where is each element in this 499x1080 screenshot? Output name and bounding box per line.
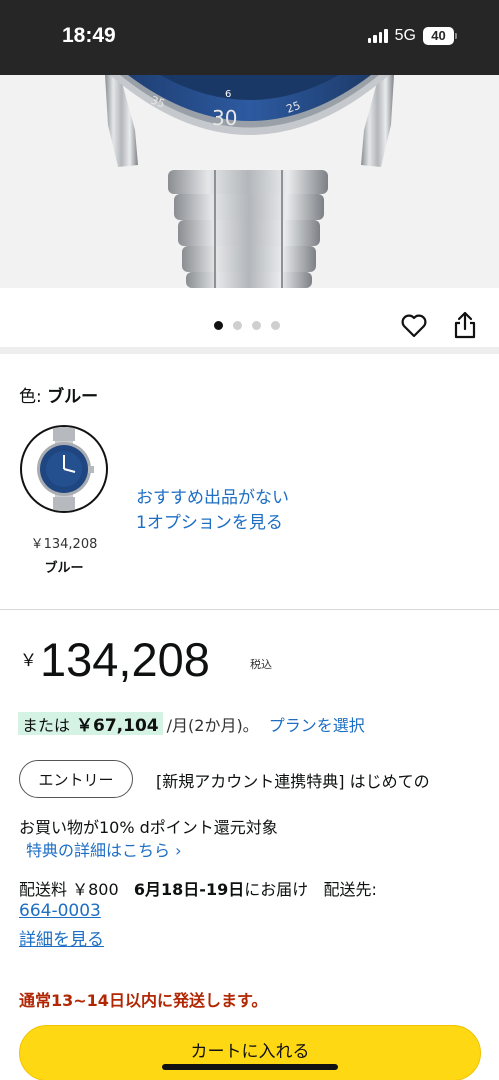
- installment-prefix: または: [22, 715, 71, 735]
- status-time: 18:49: [62, 24, 116, 47]
- promo-text-line1: [新規アカウント連携特典] はじめての: [156, 772, 430, 791]
- price-amount: 134,208: [40, 633, 210, 686]
- svg-text:6: 6: [225, 89, 231, 100]
- delivery-destination-label: 配送先:: [323, 880, 377, 899]
- select-plan-link[interactable]: プランを選択: [269, 712, 365, 736]
- delivery-date-suffix: にお届け: [244, 880, 309, 899]
- price-currency: ￥: [20, 651, 37, 671]
- carousel-dot[interactable]: [252, 321, 261, 330]
- watch-image: 35 30 25 6: [105, 75, 394, 288]
- no-offer-line1: おすすめ出品がない: [136, 488, 289, 508]
- network-label: 5G: [394, 27, 416, 44]
- promo-text-line2: お買い物が10% dポイント還元対象: [19, 818, 278, 837]
- home-indicator[interactable]: [162, 1064, 338, 1070]
- color-swatch[interactable]: [20, 425, 108, 513]
- share-icon[interactable]: [452, 310, 478, 340]
- color-value: ブルー: [47, 387, 99, 407]
- watch-thumbnail: [37, 427, 94, 511]
- installment-suffix: /月(2か月)。: [166, 715, 259, 735]
- product-image[interactable]: 35 30 25 6: [0, 75, 499, 288]
- status-indicators: 5G 40: [367, 27, 457, 45]
- delivery-date: 6月18日-19日: [133, 880, 245, 899]
- installment-highlight: または ￥67,104: [18, 712, 163, 736]
- status-bar: 18:49 5G 40: [0, 0, 499, 75]
- shipping-notice: 通常13~14日以内に発送します。: [19, 991, 268, 1010]
- installment-amount: ￥67,104: [76, 716, 159, 736]
- delivery-fee: 配送料 ￥800: [19, 880, 119, 899]
- carousel-dots[interactable]: [214, 321, 280, 330]
- benefit-details-link[interactable]: 特典の詳細はこちら ›: [26, 837, 182, 861]
- heart-icon[interactable]: [400, 312, 428, 340]
- signal-icon: [367, 29, 388, 43]
- add-to-cart-button[interactable]: カートに入れる: [19, 1025, 481, 1080]
- swatch-price: ￥134,208: [30, 537, 98, 552]
- carousel-dot[interactable]: [271, 321, 280, 330]
- carousel-dot[interactable]: [214, 321, 223, 330]
- delivery-details-link[interactable]: 詳細を見る: [19, 925, 104, 950]
- carousel-dot[interactable]: [233, 321, 242, 330]
- no-offer-link[interactable]: おすすめ出品がない 1オプションを見る: [136, 486, 376, 536]
- color-label-prefix: 色:: [19, 387, 48, 407]
- battery-icon: 40: [423, 27, 457, 45]
- no-offer-line2: 1オプションを見る: [136, 513, 283, 533]
- add-to-cart-label: カートに入れる: [190, 1041, 310, 1062]
- color-label: 色: ブルー: [19, 382, 98, 407]
- tax-label: 税込: [250, 658, 272, 671]
- swatch-name: ブルー: [44, 561, 84, 576]
- installment-row: または ￥67,104 /月(2か月)。 プランを選択: [18, 711, 365, 736]
- postal-code-link[interactable]: 664-0003: [19, 901, 101, 921]
- entry-button[interactable]: エントリー: [19, 760, 133, 798]
- divider: [0, 609, 499, 610]
- delivery-info: 配送料 ￥800 6月18日-19日にお届け 配送先:: [19, 876, 377, 900]
- svg-text:30: 30: [212, 106, 237, 130]
- battery-level: 40: [423, 27, 454, 45]
